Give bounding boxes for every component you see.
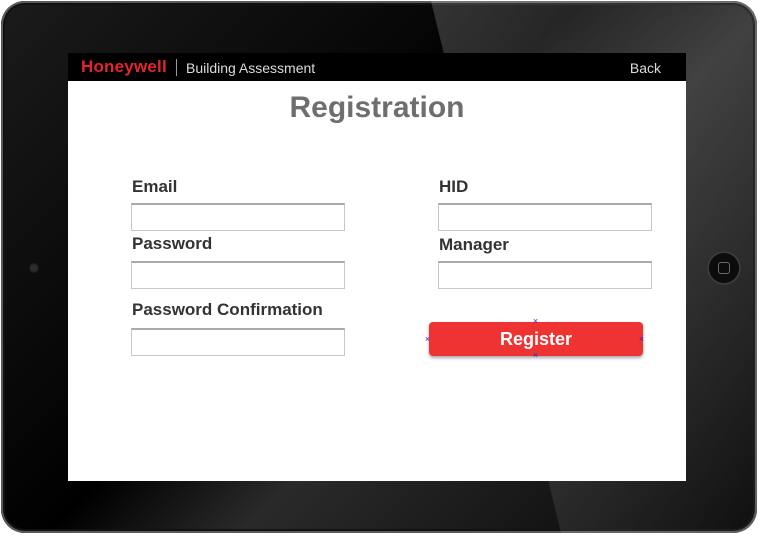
app-screen: Honeywell Building Assessment Back Regis… <box>68 53 686 481</box>
password-confirmation-label: Password Confirmation <box>132 300 323 319</box>
hid-field[interactable] <box>438 203 652 231</box>
back-button[interactable]: Back <box>630 60 661 76</box>
home-button-icon <box>718 262 730 274</box>
manager-field[interactable] <box>438 261 652 289</box>
selection-handle-top: × <box>532 316 539 326</box>
camera-icon <box>29 263 39 273</box>
tablet-frame: Honeywell Building Assessment Back Regis… <box>1 1 757 533</box>
password-field[interactable] <box>131 261 345 289</box>
email-label: Email <box>132 177 178 196</box>
top-bar: Honeywell Building Assessment Back <box>68 53 686 81</box>
page-title: Registration <box>289 91 465 124</box>
selection-handle-left: × <box>424 334 431 344</box>
password-confirmation-field[interactable] <box>131 328 345 356</box>
selection-handle-bottom: × <box>532 350 539 360</box>
manager-label: Manager <box>439 235 509 254</box>
password-label: Password <box>132 234 213 253</box>
selection-handle-right: × <box>638 334 645 344</box>
hid-label: HID <box>439 177 469 196</box>
home-button[interactable] <box>707 251 741 285</box>
email-field[interactable] <box>131 203 345 231</box>
app-title: Building Assessment <box>186 60 316 76</box>
brand-logo: Honeywell <box>81 57 167 76</box>
brand-divider <box>176 59 177 76</box>
